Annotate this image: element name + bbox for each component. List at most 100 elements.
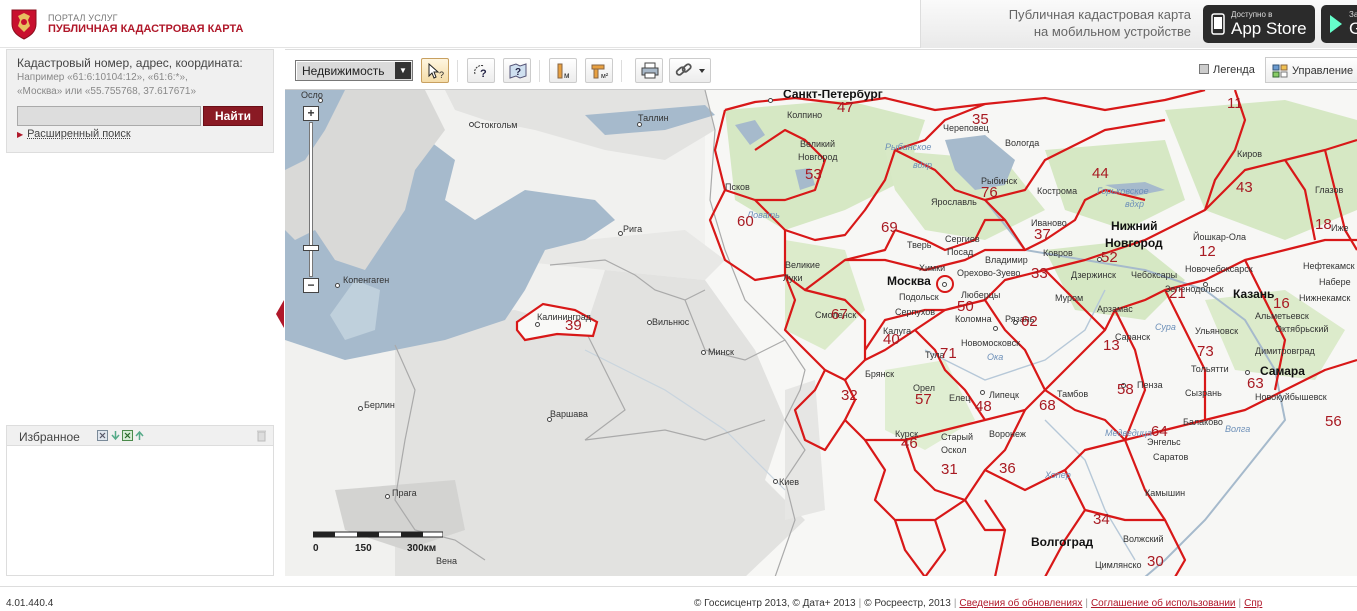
trash-icon[interactable] xyxy=(256,429,267,442)
zoom-slider-handle[interactable] xyxy=(303,245,319,251)
portal-label: ПОРТАЛ УСЛУГ xyxy=(48,13,118,23)
toolbar-separator xyxy=(621,60,622,82)
site-title[interactable]: ПУБЛИЧНАЯ КАДАСТРОВАЯ КАРТА xyxy=(48,23,243,35)
place-label: Волжский xyxy=(1123,534,1164,544)
layer-manage-button[interactable]: Управление xyxy=(1265,57,1357,83)
place-label: Октябрьский xyxy=(1275,324,1329,334)
region-number: 60 xyxy=(737,213,754,230)
favorites-header: Избранное xyxy=(7,426,273,446)
version-label: 4.01.440.4 xyxy=(6,598,54,609)
arrow-up-icon[interactable] xyxy=(134,430,145,441)
place-label: Ярославль xyxy=(931,197,977,207)
search-caption: Кадастровый номер, адрес, координата: xyxy=(17,56,243,70)
place-label-major: Санкт-Петербург xyxy=(783,89,883,101)
place-label-major: Самара xyxy=(1260,364,1305,378)
identify-tool-button[interactable]: ? xyxy=(421,58,449,83)
legend-checkbox[interactable] xyxy=(1199,64,1209,74)
google-play-button[interactable]: За G xyxy=(1321,5,1357,43)
link-button[interactable] xyxy=(669,58,711,83)
app-store-small: Доступно в xyxy=(1231,10,1273,19)
zoom-out-button[interactable]: − xyxy=(303,278,319,293)
help-link[interactable]: Спр xyxy=(1244,598,1262,609)
place-label: Тольятти xyxy=(1191,364,1229,374)
mobile-banner-text: Публичная кадастровая карта на мобильном… xyxy=(961,6,1191,40)
layer-manage-label: Управление xyxy=(1292,65,1354,77)
moscow-dot xyxy=(942,282,947,287)
place-label: Елец xyxy=(949,393,971,403)
city-dot xyxy=(980,390,985,395)
place-label-water: Горьковское xyxy=(1097,186,1149,196)
coat-of-arms-logo[interactable] xyxy=(8,6,40,40)
app-store-big: App Store xyxy=(1231,19,1307,38)
place-label: Старый xyxy=(941,432,974,442)
collapse-panel-handle[interactable] xyxy=(276,300,284,328)
region-number: 43 xyxy=(1236,179,1253,196)
place-label: Химки xyxy=(919,263,946,273)
zoom-in-button[interactable]: + xyxy=(303,106,319,121)
place-label: Арзамас xyxy=(1097,304,1133,314)
map-canvas[interactable]: Осло Стокгольм Таллин Рига Копенгаген Ка… xyxy=(285,89,1357,576)
arrow-down-icon[interactable] xyxy=(110,430,121,441)
print-button[interactable] xyxy=(635,58,663,83)
place-label: Балаково xyxy=(1183,417,1223,427)
region-number: 52 xyxy=(1101,249,1118,266)
scale-bar: 0 150 300км xyxy=(312,531,463,561)
import-favorites-icon[interactable] xyxy=(122,430,133,441)
region-number: 13 xyxy=(1103,337,1120,354)
region-number: 50 xyxy=(957,298,974,315)
advanced-search-link[interactable]: ▶ Расширенный поиск xyxy=(17,128,131,140)
region-number: 53 xyxy=(805,166,822,183)
region-number: 32 xyxy=(841,387,858,404)
place-label: Киев xyxy=(779,477,800,487)
region-info-button[interactable]: ? xyxy=(503,58,531,83)
search-input[interactable] xyxy=(17,106,201,126)
place-label: Вильнюс xyxy=(652,317,690,327)
region-number: 31 xyxy=(941,461,958,478)
zoom-slider-track[interactable] xyxy=(303,122,319,277)
svg-text:?: ? xyxy=(439,70,444,80)
export-favorites-icon[interactable] xyxy=(97,430,108,441)
search-hint-1: Например «61:6:10104:12», «61:6:*», xyxy=(17,72,188,83)
place-label-major: Казань xyxy=(1233,287,1275,301)
area-info-button[interactable]: ? xyxy=(467,58,495,83)
svg-text:м²: м² xyxy=(601,73,609,80)
map-toolbar: Недвижимость ▼ ? ? ? м м² Легенда Управл… xyxy=(285,49,1357,89)
place-label: Кострома xyxy=(1037,186,1078,196)
city-dot xyxy=(358,406,363,411)
place-label: Иже xyxy=(1331,223,1349,233)
search-panel: Кадастровый номер, адрес, координата: На… xyxy=(6,49,274,153)
zoom-control: + − xyxy=(303,106,321,294)
terms-link[interactable]: Соглашение об использовании xyxy=(1091,598,1236,609)
place-label: Таллин xyxy=(638,113,669,123)
copyright-text: © Госсисцентр 2013, © Дата+ 2013 xyxy=(694,598,856,609)
region-number: 21 xyxy=(1169,285,1186,302)
place-label: Великий xyxy=(800,139,835,149)
place-label: Нефтекамск xyxy=(1303,261,1355,271)
map-question-icon: ? xyxy=(509,63,527,79)
google-play-big: G xyxy=(1349,19,1357,38)
search-button[interactable]: Найти xyxy=(203,106,263,126)
svg-text:м: м xyxy=(564,71,570,80)
region-number: 67 xyxy=(831,306,848,323)
place-label-major: Москва xyxy=(887,274,931,288)
place-label: Колпино xyxy=(787,110,823,120)
place-label: Прага xyxy=(392,488,417,498)
place-label: Новомосковск xyxy=(961,338,1021,348)
place-label: Чебоксары xyxy=(1131,270,1178,280)
place-label-water: Ока xyxy=(987,352,1004,362)
region-number: 68 xyxy=(1039,397,1056,414)
region-number: 44 xyxy=(1092,165,1109,182)
region-number: 37 xyxy=(1034,226,1051,243)
region-number: 33 xyxy=(1031,265,1048,282)
legend-toggle[interactable]: Легенда xyxy=(1199,64,1255,76)
app-store-button[interactable]: Доступно в App Store xyxy=(1203,5,1315,43)
region-number: 47 xyxy=(837,99,854,116)
place-label: Стокгольм xyxy=(474,120,518,130)
measure-distance-button[interactable]: м xyxy=(549,58,577,83)
city-dot xyxy=(773,479,778,484)
measure-area-button[interactable]: м² xyxy=(585,58,613,83)
updates-link[interactable]: Сведения об обновлениях xyxy=(959,598,1082,609)
layer-select[interactable]: Недвижимость ▼ xyxy=(295,60,413,81)
region-number: 64 xyxy=(1151,423,1168,440)
printer-icon xyxy=(641,62,659,79)
